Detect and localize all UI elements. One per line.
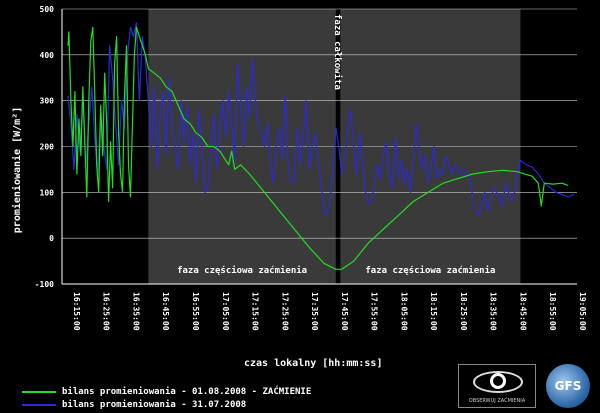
x-tick-label-9: 17:45:00 <box>340 292 349 331</box>
observer-logo-text: OBSERWUJ ZAĆMIENIA <box>468 398 526 404</box>
chart: faza częściowa zaćmienia faza całkowita fa… <box>11 5 587 331</box>
x-tick-label-0: 16:15:00 <box>72 292 81 331</box>
y-tick-label-3: 200 <box>40 143 55 152</box>
x-tick-label-11: 18:05:00 <box>399 292 408 331</box>
phase-label-0: faza częściowa zaćmienia <box>177 265 307 276</box>
phase-label-1: faza całkowita <box>332 14 343 90</box>
y-tick-label-5: 400 <box>40 51 55 60</box>
x-tick-label-8: 17:35:00 <box>310 292 319 331</box>
phase-label-2: faza częściowa zaćmienia <box>365 265 495 276</box>
y-tick-label-0: -100 <box>35 280 54 289</box>
y-tick-label-1: 0 <box>49 234 54 243</box>
y-tick-label-4: 300 <box>40 97 55 106</box>
legend-label-reference: bilans promieniowania - 31.07.2008 <box>62 399 247 410</box>
x-tick-label-3: 16:45:00 <box>161 292 170 331</box>
y-tick-label-6: 500 <box>40 5 55 14</box>
x-tick-label-15: 18:45:00 <box>518 292 527 331</box>
legend-item-reference: bilans promieniowania - 31.07.2008 <box>22 398 311 411</box>
y-tick-label-2: 100 <box>40 188 55 197</box>
x-tick-label-13: 18:25:00 <box>459 292 468 331</box>
legend: bilans promieniowania - 01.08.2008 - ZAĆ… <box>22 385 311 411</box>
legend-item-eclipse: bilans promieniowania - 01.08.2008 - ZAĆ… <box>22 385 311 398</box>
x-tick-label-16: 18:55:00 <box>548 292 557 331</box>
x-tick-label-6: 17:15:00 <box>251 292 260 331</box>
x-tick-label-14: 18:35:00 <box>489 292 498 331</box>
y-tick-labels: -100 0 100 200 300 400 500 <box>35 5 54 289</box>
x-axis-label: czas lokalny [hh:mm:ss] <box>244 358 383 369</box>
x-tick-label-2: 16:35:00 <box>131 292 140 331</box>
x-tick-label-17: 19:05:00 <box>578 292 587 331</box>
x-tick-label-12: 18:15:00 <box>429 292 438 331</box>
badge-logo: GFS <box>546 364 590 408</box>
x-tick-labels: 16:15:00 16:25:00 16:35:00 16:45:00 16:55:00… <box>72 292 587 331</box>
x-tick-label-4: 16:55:00 <box>191 292 200 331</box>
x-tick-label-10: 17:55:00 <box>370 292 379 331</box>
x-tick-label-7: 17:25:00 <box>280 292 289 331</box>
observer-logo: OBSERWUJ ZAĆMIENIA <box>458 364 536 408</box>
eclipse-icon <box>490 373 506 389</box>
legend-swatch-reference <box>22 403 56 406</box>
legend-label-eclipse: bilans promieniowania - 01.08.2008 - ZAĆ… <box>62 386 312 397</box>
x-tick-label-5: 17:05:00 <box>221 292 230 331</box>
x-tick-label-1: 16:25:00 <box>102 292 111 331</box>
y-axis-label: promieniowanie [W/m²] <box>11 107 23 233</box>
legend-swatch-eclipse <box>22 390 56 393</box>
